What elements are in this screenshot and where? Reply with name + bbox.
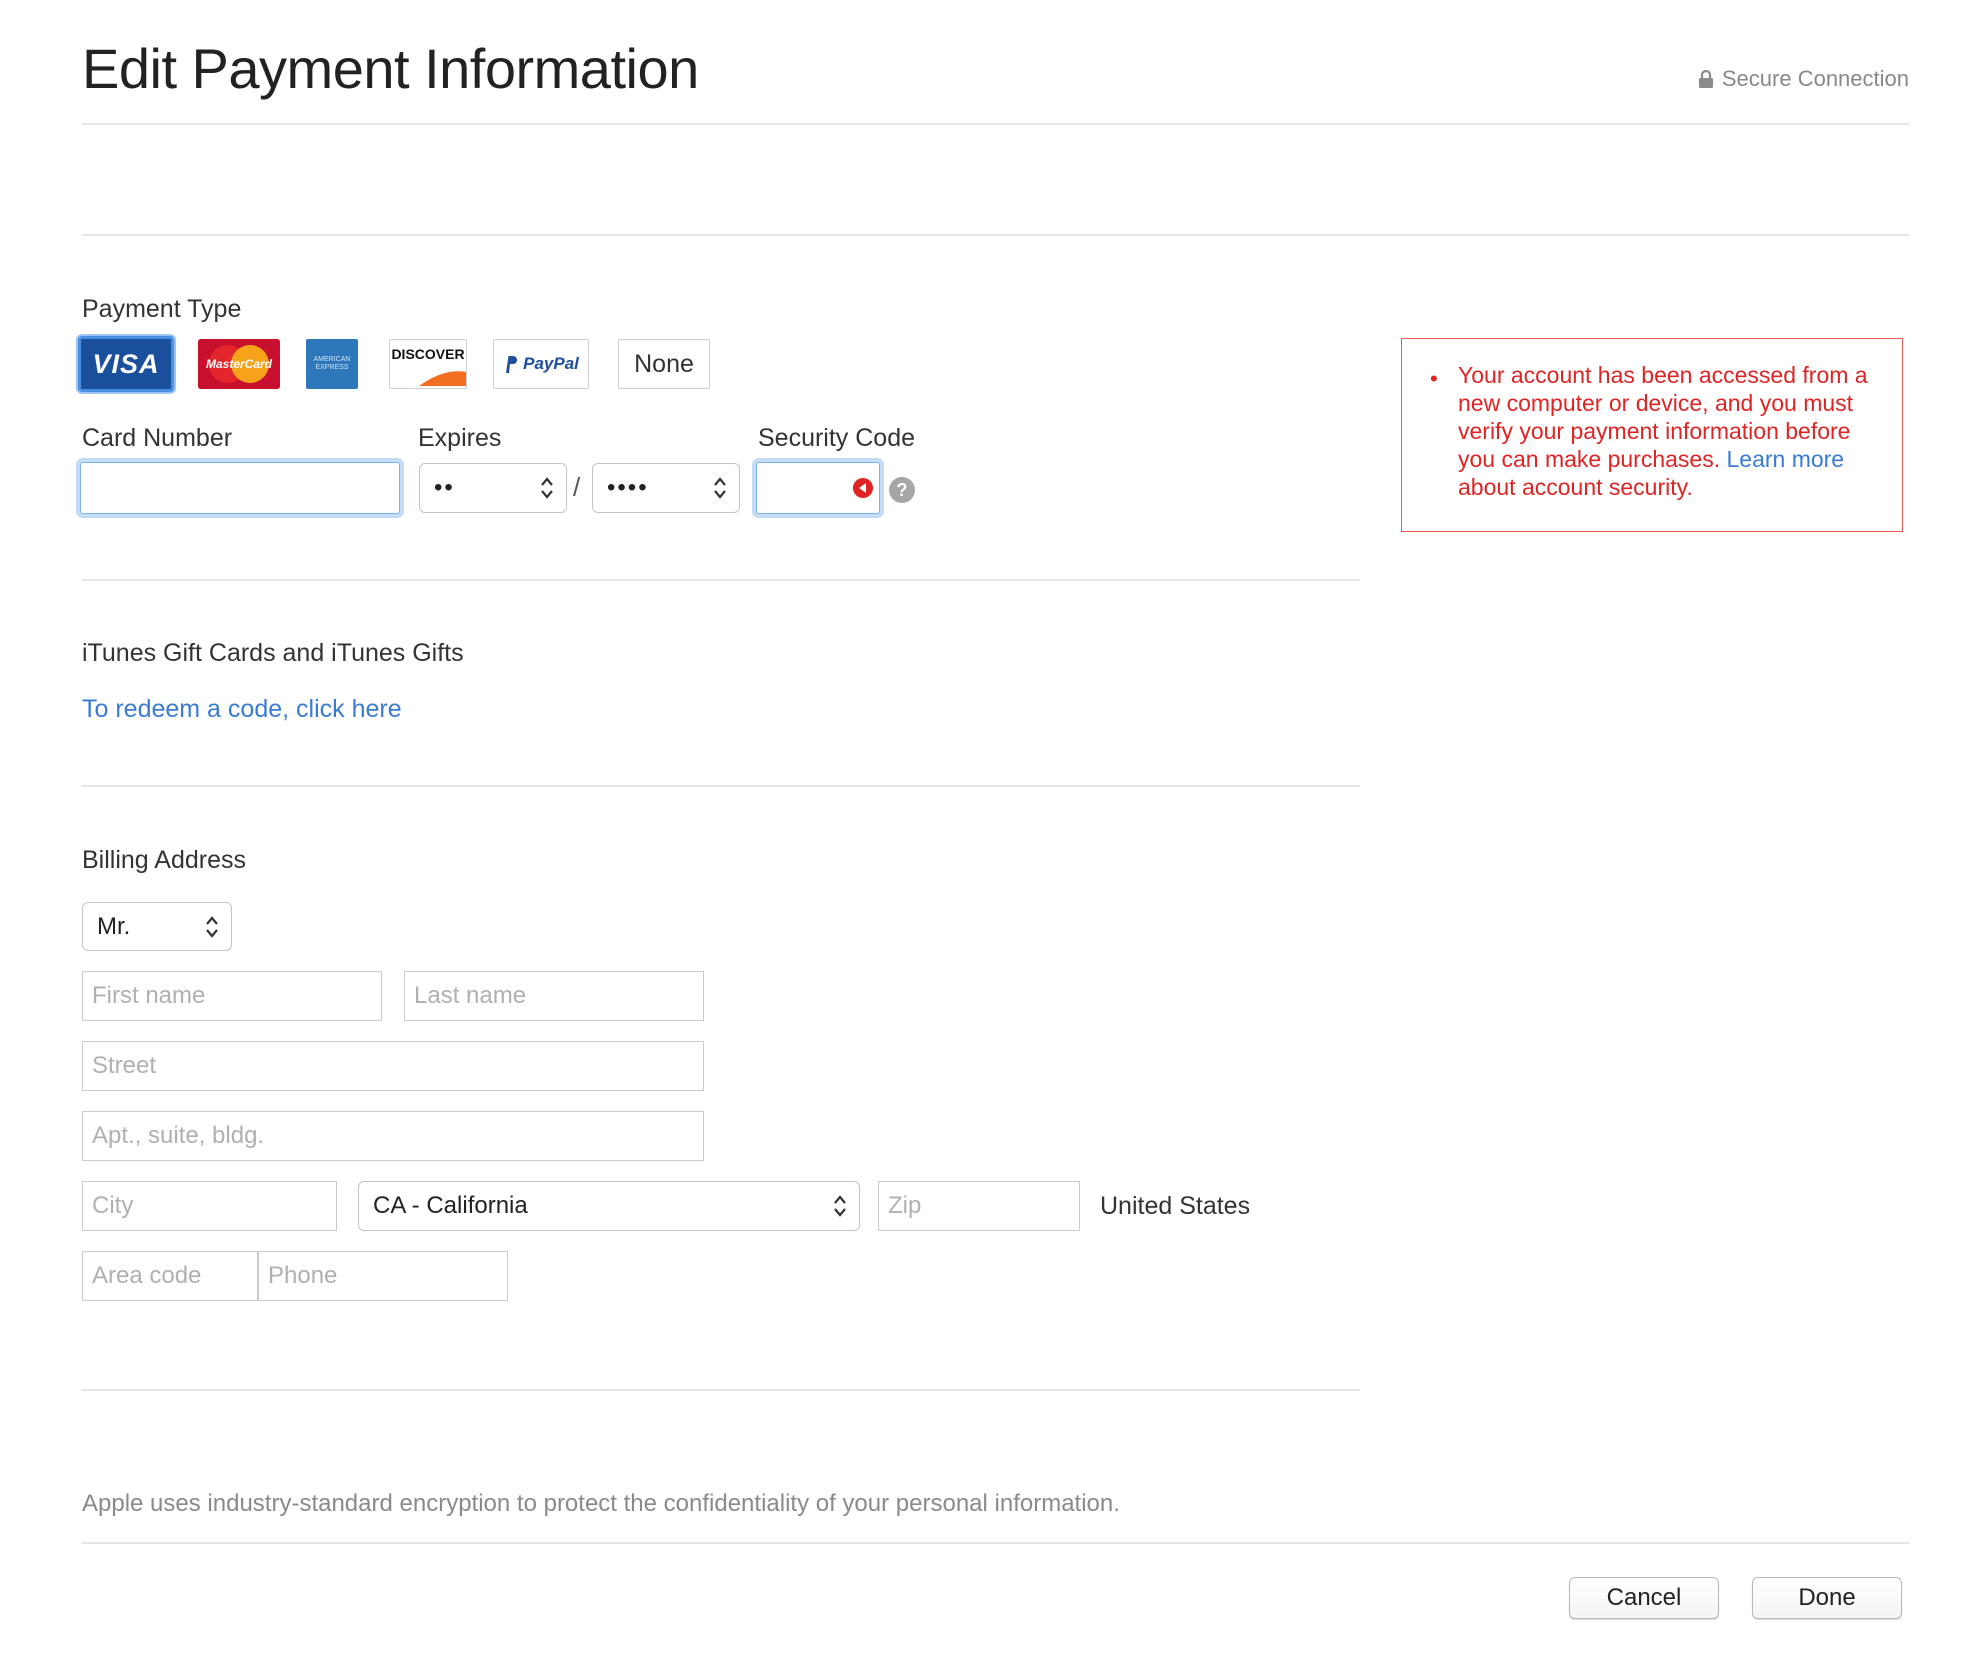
- country-label: United States: [1100, 1192, 1251, 1220]
- first-name-input[interactable]: [82, 971, 382, 1021]
- card-option-discover[interactable]: DISCOVER: [389, 339, 467, 389]
- encryption-note: Apple uses industry-standard encryption …: [82, 1490, 1120, 1517]
- card-option-visa[interactable]: VISA: [78, 336, 174, 392]
- billing-address-label: Billing Address: [82, 846, 246, 874]
- up-down-chevron-icon: [541, 477, 553, 499]
- divider: [82, 1542, 1909, 1544]
- mastercard-logo-text: MasterCard: [205, 357, 273, 371]
- done-button[interactable]: Done: [1752, 1577, 1902, 1619]
- card-option-mastercard[interactable]: MasterCard: [198, 339, 280, 389]
- discover-logo-text: DISCOVER: [391, 346, 465, 362]
- secure-connection-indicator: Secure Connection: [1698, 66, 1909, 92]
- lock-icon: [1698, 69, 1713, 88]
- state-select[interactable]: CA - California: [358, 1181, 860, 1231]
- expires-year-value: ••••: [607, 474, 649, 501]
- paypal-p-icon: [506, 356, 518, 373]
- account-security-alert: • Your account has been accessed from a …: [1401, 338, 1903, 532]
- divider: [82, 785, 1360, 787]
- up-down-chevron-icon: [714, 477, 726, 499]
- card-number-input[interactable]: [80, 462, 400, 514]
- salutation-value: Mr.: [97, 912, 131, 940]
- help-question-icon[interactable]: ?: [888, 476, 916, 504]
- page-title: Edit Payment Information: [82, 37, 699, 100]
- error-indicator-icon: [853, 478, 873, 498]
- paypal-logo-text: PayPal: [523, 354, 579, 373]
- up-down-chevron-icon: [834, 1195, 846, 1217]
- security-code-label: Security Code: [758, 424, 916, 452]
- divider: [82, 123, 1909, 125]
- payment-type-label: Payment Type: [82, 295, 242, 323]
- street-input[interactable]: [82, 1041, 704, 1091]
- svg-text:?: ?: [897, 480, 908, 500]
- learn-more-link[interactable]: Learn more: [1726, 446, 1844, 472]
- last-name-input[interactable]: [404, 971, 704, 1021]
- city-input[interactable]: [82, 1181, 337, 1231]
- expires-separator: /: [573, 472, 581, 502]
- gift-cards-label: iTunes Gift Cards and iTunes Gifts: [82, 639, 464, 667]
- alert-suffix: about account security.: [1458, 474, 1693, 500]
- phone-input[interactable]: [258, 1251, 508, 1301]
- salutation-select[interactable]: Mr.: [82, 902, 232, 951]
- expires-year-select[interactable]: ••••: [592, 463, 740, 513]
- expires-month-value: ••: [434, 474, 455, 501]
- up-down-chevron-icon: [206, 915, 218, 938]
- zip-input[interactable]: [878, 1181, 1080, 1231]
- expires-label: Expires: [418, 424, 502, 452]
- card-number-label: Card Number: [82, 424, 233, 452]
- divider: [82, 1389, 1360, 1391]
- alert-bullet-icon: •: [1430, 366, 1438, 391]
- expires-month-select[interactable]: ••: [419, 463, 567, 513]
- area-code-input[interactable]: [82, 1251, 258, 1301]
- cancel-button[interactable]: Cancel: [1569, 1577, 1719, 1619]
- discover-swoosh-icon: [419, 371, 466, 386]
- amex-logo-text: AMERICAN EXPRESS: [313, 356, 351, 371]
- card-option-amex[interactable]: AMERICAN EXPRESS: [306, 339, 358, 389]
- card-option-none[interactable]: None: [618, 339, 710, 389]
- secure-connection-label: Secure Connection: [1721, 66, 1909, 91]
- redeem-code-link[interactable]: To redeem a code, click here: [82, 695, 402, 724]
- divider: [82, 234, 1909, 236]
- apt-suite-input[interactable]: [82, 1111, 704, 1161]
- visa-logo-text: VISA: [92, 348, 160, 379]
- divider: [82, 579, 1360, 581]
- card-option-paypal[interactable]: PayPal: [493, 339, 589, 389]
- state-value: CA - California: [373, 1192, 528, 1219]
